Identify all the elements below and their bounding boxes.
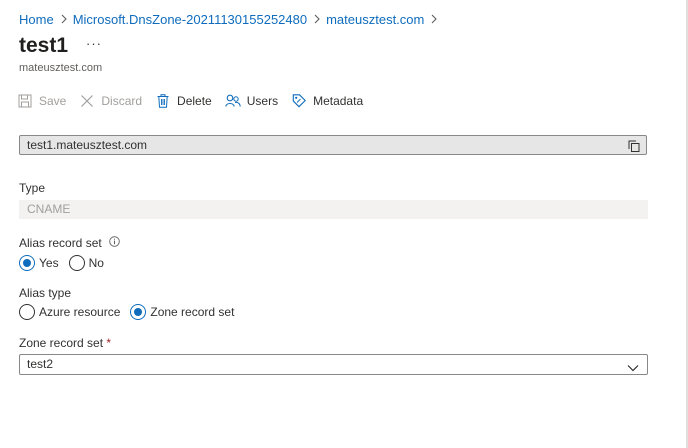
discard-icon	[79, 93, 95, 109]
zone-record-set-dropdown[interactable]: test2	[19, 354, 648, 375]
discard-button[interactable]: Discard	[79, 93, 142, 109]
alias-type-azure-radio[interactable]: Azure resource	[19, 304, 120, 320]
page-title: test1	[19, 34, 69, 57]
type-label: Type	[19, 181, 46, 195]
metadata-button[interactable]: Metadata	[291, 93, 363, 109]
required-mark: *	[106, 336, 112, 350]
alias-yes-radio[interactable]: Yes	[19, 255, 59, 271]
discard-label: Discard	[101, 94, 143, 108]
alias-no-label: No	[88, 256, 104, 270]
chevron-right-icon	[431, 14, 438, 24]
alias-record-set-label: Alias record set	[19, 236, 120, 250]
record-name-field[interactable]: test1.mateusztest.com	[19, 135, 647, 155]
save-label: Save	[39, 94, 67, 108]
delete-button[interactable]: Delete	[155, 93, 212, 109]
zone-record-set-value: test2	[27, 357, 54, 371]
alias-type-radio-group: Azure resource Zone record set	[19, 304, 244, 320]
radio-circle	[130, 304, 147, 320]
radio-circle	[19, 255, 35, 271]
delete-label: Delete	[177, 94, 212, 108]
alias-type-zone-radio[interactable]: Zone record set	[130, 304, 234, 320]
radio-circle	[19, 304, 35, 320]
alias-yes-label: Yes	[39, 256, 59, 270]
metadata-label: Metadata	[313, 94, 364, 108]
chevron-down-icon	[627, 359, 639, 378]
copy-icon[interactable]	[628, 139, 640, 152]
delete-icon	[155, 93, 171, 109]
page-subtitle: mateusztest.com	[19, 62, 103, 74]
users-icon	[224, 93, 241, 109]
type-value: CNAME	[27, 202, 71, 216]
alias-no-radio[interactable]: No	[68, 255, 104, 271]
alias-record-set-radio-group: Yes No	[19, 255, 114, 271]
type-field: CNAME	[19, 200, 648, 219]
save-icon	[17, 93, 33, 109]
radio-circle	[68, 255, 85, 271]
breadcrumb-dns-zone[interactable]: mateusztest.com	[326, 12, 424, 27]
chevron-right-icon	[61, 14, 67, 24]
zone-record-set-text: Zone record set	[19, 336, 104, 350]
breadcrumb: Home Microsoft.DnsZone-20211130155252480…	[19, 10, 443, 28]
record-name-value: test1.mateusztest.com	[27, 138, 148, 152]
info-icon[interactable]	[108, 236, 120, 250]
users-button[interactable]: Users	[224, 93, 279, 109]
breadcrumb-dns-zone-deployment[interactable]: Microsoft.DnsZone-20211130155252480	[73, 12, 307, 27]
zone-record-set-label: Zone record set *	[19, 336, 111, 350]
command-bar: Save Discard Delete Users Metadata	[17, 90, 376, 112]
breadcrumb-home[interactable]: Home	[19, 12, 54, 27]
chevron-right-icon	[314, 14, 320, 24]
alias-type-azure-label: Azure resource	[39, 305, 121, 319]
alias-type-label: Alias type	[19, 286, 72, 300]
save-button[interactable]: Save	[17, 93, 66, 109]
more-icon[interactable]: ···	[86, 36, 102, 51]
users-label: Users	[246, 94, 279, 108]
metadata-icon	[291, 93, 307, 109]
alias-type-zone-label: Zone record set	[150, 305, 235, 319]
alias-record-set-text: Alias record set	[19, 236, 102, 250]
